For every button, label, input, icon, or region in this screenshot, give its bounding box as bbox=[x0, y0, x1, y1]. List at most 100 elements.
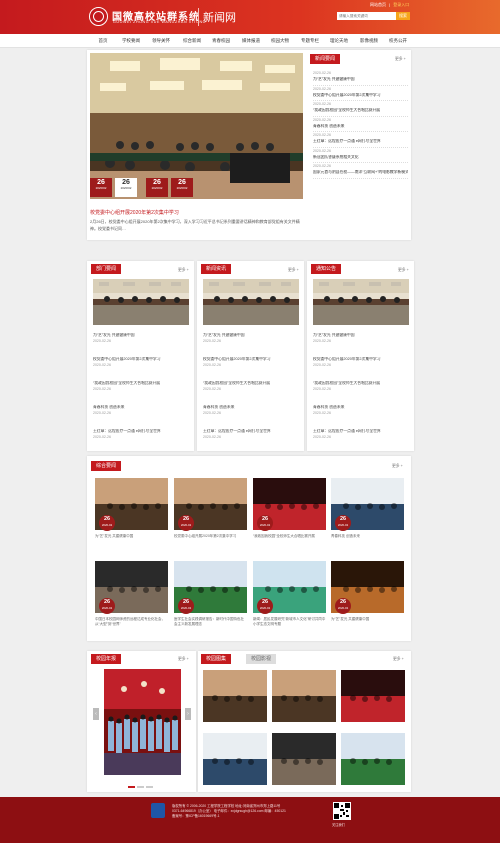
news-focus-more-link[interactable]: 更多 + bbox=[395, 57, 406, 62]
slide-dot[interactable] bbox=[137, 786, 144, 788]
annual-report-image[interactable] bbox=[104, 669, 181, 775]
list-item-title[interactable]: “我政因我校园”全校师生大合唱比赛开展 bbox=[313, 381, 409, 386]
list-item-title[interactable]: 青春科技 创造未来 bbox=[203, 405, 299, 410]
slide-dot[interactable] bbox=[146, 786, 153, 788]
list-item[interactable]: 校党委中心组开展2020年第2次集中学习 2020-02-26 bbox=[203, 357, 299, 381]
composite-more-link[interactable]: 更多 + bbox=[392, 464, 403, 469]
gallery-image[interactable] bbox=[272, 670, 336, 722]
annual-report-title[interactable]: 校园年报 bbox=[91, 654, 122, 664]
list-item[interactable]: 王红章：远程医疗一点通 e网打尽全世界 2020-02-26 bbox=[203, 429, 299, 453]
gallery-image[interactable] bbox=[272, 733, 336, 785]
list-item[interactable]: 王红章：远程医疗一点通 e网打尽全世界 2020-02-26 bbox=[313, 429, 409, 453]
home-link[interactable]: 网站首页 bbox=[370, 2, 386, 7]
hero-date-1[interactable]: 26 2020/02 bbox=[90, 178, 112, 197]
gallery-image[interactable] bbox=[203, 670, 267, 722]
list-item[interactable]: 为“艺”发光 共建健康中国 2020-02-26 bbox=[93, 333, 189, 357]
list-item[interactable]: “我政因我校园”全校师生大合唱比赛开展 2020-02-26 bbox=[203, 381, 299, 405]
composite-card-caption[interactable]: 医学生社会实践调研报告：新时代中国特色社会主义新发展理念 bbox=[174, 617, 247, 628]
list-item[interactable]: 青春科技 创造未来 2020-02-26 bbox=[93, 405, 189, 429]
news-column-image[interactable] bbox=[203, 279, 299, 325]
gallery-image[interactable] bbox=[341, 733, 405, 785]
list-item-title[interactable]: “我政因我校园”全校师生大合唱比赛开展 bbox=[93, 381, 189, 386]
tab-campus-gallery[interactable]: 校园图集 bbox=[201, 654, 232, 664]
composite-news-title[interactable]: 综合要闻 bbox=[91, 461, 122, 471]
news-focus-item[interactable]: 2020-02-26 为“艺”发光 共建健康中国 bbox=[313, 70, 408, 86]
composite-card-caption[interactable]: 校党委中心组开展2020年第2次集中学习 bbox=[174, 534, 247, 545]
news-focus-item[interactable]: 2020-02-26 新冠团队答疑系统相关文化 bbox=[313, 148, 408, 163]
news-column-image[interactable] bbox=[93, 279, 189, 325]
list-item-title[interactable]: 校党委中心组开展2020年第2次集中学习 bbox=[203, 357, 299, 362]
composite-card-caption[interactable]: 新闻：居民发展研究“新城市人文化”研讨共同中小学生态文明专题 bbox=[253, 617, 326, 628]
nav-item-9[interactable]: 影像视频 bbox=[355, 34, 383, 48]
nav-item-8[interactable]: 理论天地 bbox=[325, 34, 353, 48]
news-title[interactable]: “我政因我校园”全校师生大合唱比赛开展 bbox=[313, 108, 408, 113]
gallery-more-link[interactable]: 更多 + bbox=[393, 657, 404, 662]
nav-item-2[interactable]: 领导关怀 bbox=[146, 34, 176, 48]
nav-item-3[interactable]: 综合新闻 bbox=[178, 34, 206, 48]
nav-item-6[interactable]: 校园大物 bbox=[266, 34, 294, 48]
composite-card-caption[interactable]: 中国日本校园网师资的远程达成专业化社会，从“大型”到“世界” bbox=[95, 617, 168, 628]
list-item-title[interactable]: 为“艺”发光 共建健康中国 bbox=[313, 333, 409, 338]
slide-dot[interactable] bbox=[128, 786, 135, 788]
list-item[interactable]: 青春科技 创造未来 2020-02-26 bbox=[313, 405, 409, 429]
list-item[interactable]: 校党委中心组开展2020年第2次集中学习 2020-02-26 bbox=[93, 357, 189, 381]
list-item-title[interactable]: 青春科技 创造未来 bbox=[313, 405, 409, 410]
news-column-image[interactable] bbox=[313, 279, 409, 325]
tab-campus-video[interactable]: 校园影视 bbox=[246, 654, 277, 664]
composite-card-caption[interactable]: “我政因我校园”全校师生大合唱比赛开展 bbox=[253, 534, 326, 545]
list-item[interactable]: 王红章：远程医疗一点通 e网打尽全世界 2020-02-26 bbox=[93, 429, 189, 453]
school-seal-logo[interactable] bbox=[89, 7, 108, 26]
list-item-title[interactable]: 王红章：远程医疗一点通 e网打尽全世界 bbox=[93, 429, 189, 434]
news-title[interactable]: 青春科技 创造未来 bbox=[313, 124, 408, 129]
news-column-more-link[interactable]: 更多 + bbox=[398, 268, 409, 273]
list-item-title[interactable]: 王红章：远程医疗一点通 e网打尽全世界 bbox=[313, 429, 409, 434]
list-item[interactable]: 为“艺”发光 共建健康中国 2020-02-26 bbox=[203, 333, 299, 357]
annual-report-more-link[interactable]: 更多 + bbox=[178, 657, 189, 662]
nav-item-0[interactable]: 首页 bbox=[91, 34, 115, 48]
news-title[interactable]: 新冠团队答疑系统相关文化 bbox=[313, 155, 408, 160]
list-item-title[interactable]: 为“艺”发光 共建健康中国 bbox=[203, 333, 299, 338]
composite-card-caption[interactable]: 青春科技 创造未来 bbox=[331, 534, 404, 545]
list-item[interactable]: “我政因我校园”全校师生大合唱比赛开展 2020-02-26 bbox=[93, 381, 189, 405]
hero-date-2[interactable]: 26 2020/02 bbox=[115, 178, 137, 197]
list-item[interactable]: 青春科技 创造未来 2020-02-26 bbox=[203, 405, 299, 429]
news-title[interactable]: 为“艺”发光 共建健康中国 bbox=[313, 77, 408, 82]
composite-card-caption[interactable]: 为“艺”发光 共建健康中国 bbox=[95, 534, 168, 545]
list-item[interactable]: 为“艺”发光 共建健康中国 2020-02-26 bbox=[313, 333, 409, 357]
list-item-title[interactable]: “我政因我校园”全校师生大合唱比赛开展 bbox=[203, 381, 299, 386]
list-item[interactable]: 校党委中心组开展2020年第2次集中学习 2020-02-26 bbox=[313, 357, 409, 381]
news-column-title[interactable]: 新闻资讯 bbox=[201, 264, 232, 274]
list-item-title[interactable]: 为“艺”发光 共建健康中国 bbox=[93, 333, 189, 338]
gallery-image[interactable] bbox=[341, 670, 405, 722]
news-focus-item[interactable]: 2020-02-26 国家元首与阴县任校——南洋“互联网+”的电影教学新模式 bbox=[313, 163, 408, 179]
news-focus-item[interactable]: 2020-02-26 王红章：远程医疗一点通 e网打尽全世界 bbox=[313, 132, 408, 148]
nav-item-5[interactable]: 媒体报道 bbox=[237, 34, 265, 48]
list-item-title[interactable]: 校党委中心组开展2020年第2次集中学习 bbox=[313, 357, 409, 362]
news-column-more-link[interactable]: 更多 + bbox=[178, 268, 189, 273]
hero-date-3[interactable]: 26 2020/02 bbox=[146, 178, 168, 197]
news-column-title[interactable]: 通知公告 bbox=[311, 264, 342, 274]
news-focus-title[interactable]: 新闻要闻 bbox=[310, 54, 341, 64]
prev-slide-button[interactable]: ‹ bbox=[93, 708, 99, 720]
hero-caption-link[interactable]: 校党委中心组开展2020年第2次集中学习 bbox=[90, 209, 179, 216]
nav-item-4[interactable]: 青春校园 bbox=[207, 34, 235, 48]
list-item-title[interactable]: 王红章：远程医疗一点通 e网打尽全世界 bbox=[203, 429, 299, 434]
news-title[interactable]: 国家元首与阴县任校——南洋“互联网+”的电影教学新模式 bbox=[313, 170, 408, 175]
list-item-title[interactable]: 青春科技 创造未来 bbox=[93, 405, 189, 410]
news-focus-item[interactable]: 2020-02-26 校党委中心组开展2020年第2次集中学习 bbox=[313, 86, 408, 101]
list-item[interactable]: “我政因我校园”全校师生大合唱比赛开展 2020-02-26 bbox=[313, 381, 409, 405]
list-item-title[interactable]: 校党委中心组开展2020年第2次集中学习 bbox=[93, 357, 189, 362]
news-focus-item[interactable]: 2020-02-26 青春科技 创造未来 bbox=[313, 117, 408, 132]
hero-date-4[interactable]: 26 2020/02 bbox=[171, 178, 193, 197]
news-title[interactable]: 校党委中心组开展2020年第2次集中学习 bbox=[313, 93, 408, 98]
nav-item-7[interactable]: 专题专栏 bbox=[296, 34, 324, 48]
login-link[interactable]: 登录入口 bbox=[393, 2, 409, 7]
news-title[interactable]: 王红章：远程医疗一点通 e网打尽全世界 bbox=[313, 139, 408, 144]
news-focus-item[interactable]: 2020-02-26 “我政因我校园”全校师生大合唱比赛开展 bbox=[313, 101, 408, 117]
news-column-more-link[interactable]: 更多 + bbox=[288, 268, 299, 273]
nav-item-10[interactable]: 校务公开 bbox=[384, 34, 412, 48]
footer-icp[interactable]: 备案号：豫ICP备16019669号-1 bbox=[172, 814, 286, 819]
composite-card-caption[interactable]: 为“艺”发光 共建健康中国 bbox=[331, 617, 404, 628]
search-button[interactable]: 搜索 bbox=[396, 12, 410, 20]
news-column-title[interactable]: 部门要闻 bbox=[91, 264, 122, 274]
